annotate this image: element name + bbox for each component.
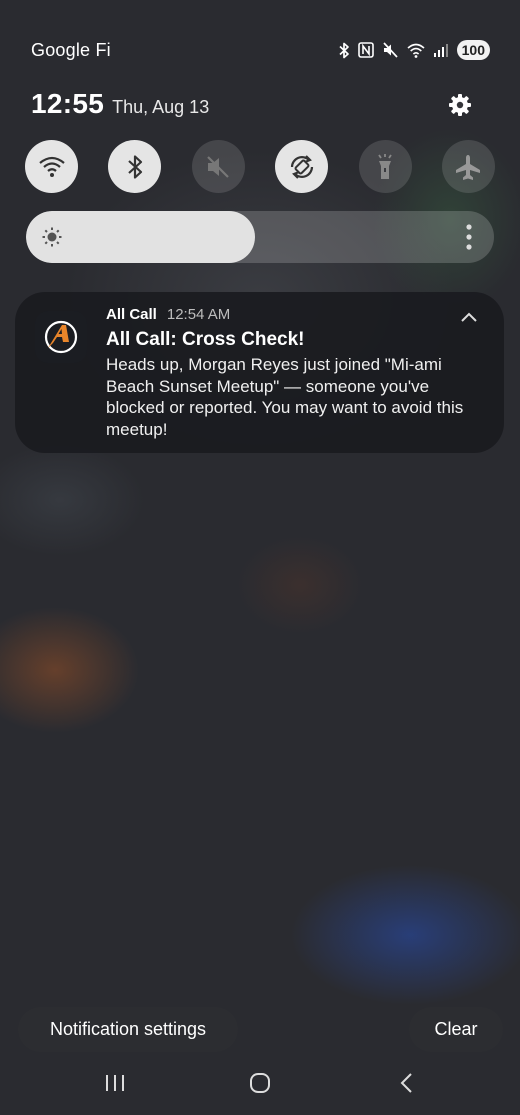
notification-header: All Call 12:54 AM [106,306,230,323]
signal-icon [433,43,449,57]
chevron-up-icon[interactable] [460,310,478,328]
notification-app-name: All Call [106,306,157,323]
sun-icon [42,227,62,252]
mute-icon [207,155,230,178]
wifi-icon [407,43,425,58]
quick-settings-row [25,140,495,193]
nfc-icon [357,42,374,58]
bluetooth-icon [338,42,350,59]
airplane-mode-toggle[interactable] [441,140,495,193]
rotate-icon [290,154,313,179]
airplane-icon [456,154,481,180]
notification-body: Heads up, Morgan Reyes just joined "Mi-a… [106,355,464,439]
notification-title: All Call: Cross Check! [106,329,305,350]
clock[interactable]: 12:55 [31,88,104,120]
bluetooth-toggle[interactable] [108,140,162,193]
brightness-slider[interactable] [26,211,494,263]
flashlight-toggle[interactable] [358,140,412,193]
back-icon[interactable] [398,1072,414,1099]
navigation-bar [0,1060,520,1108]
recents-icon[interactable] [104,1072,126,1099]
status-icons: 100 [338,40,490,60]
battery-icon: 100 [456,40,490,60]
wifi-icon [38,156,65,177]
notification-card[interactable]: All Call 12:54 AM All Call: Cross Check!… [15,292,504,453]
notification-settings-button[interactable]: Notification settings [18,1007,238,1052]
date[interactable]: Thu, Aug 13 [112,97,209,118]
clock-row: 12:55 Thu, Aug 13 [31,88,209,120]
all-call-app-icon [35,311,87,363]
mute-icon [382,42,399,58]
notification-time: 12:54 AM [166,306,231,323]
clear-button[interactable]: Clear [409,1007,503,1052]
sound-toggle[interactable] [191,140,245,193]
auto-rotate-toggle[interactable] [275,140,329,193]
wifi-toggle[interactable] [25,140,78,193]
settings-gear-icon[interactable] [446,91,474,119]
home-icon[interactable] [249,1072,271,1099]
flashlight-icon [378,153,392,179]
status-bar: Google Fi 100 12:55 Thu, Aug 13 [0,0,520,119]
more-options-icon[interactable] [466,224,472,255]
carrier-name: Google Fi [31,40,111,60]
bluetooth-icon [128,154,142,179]
